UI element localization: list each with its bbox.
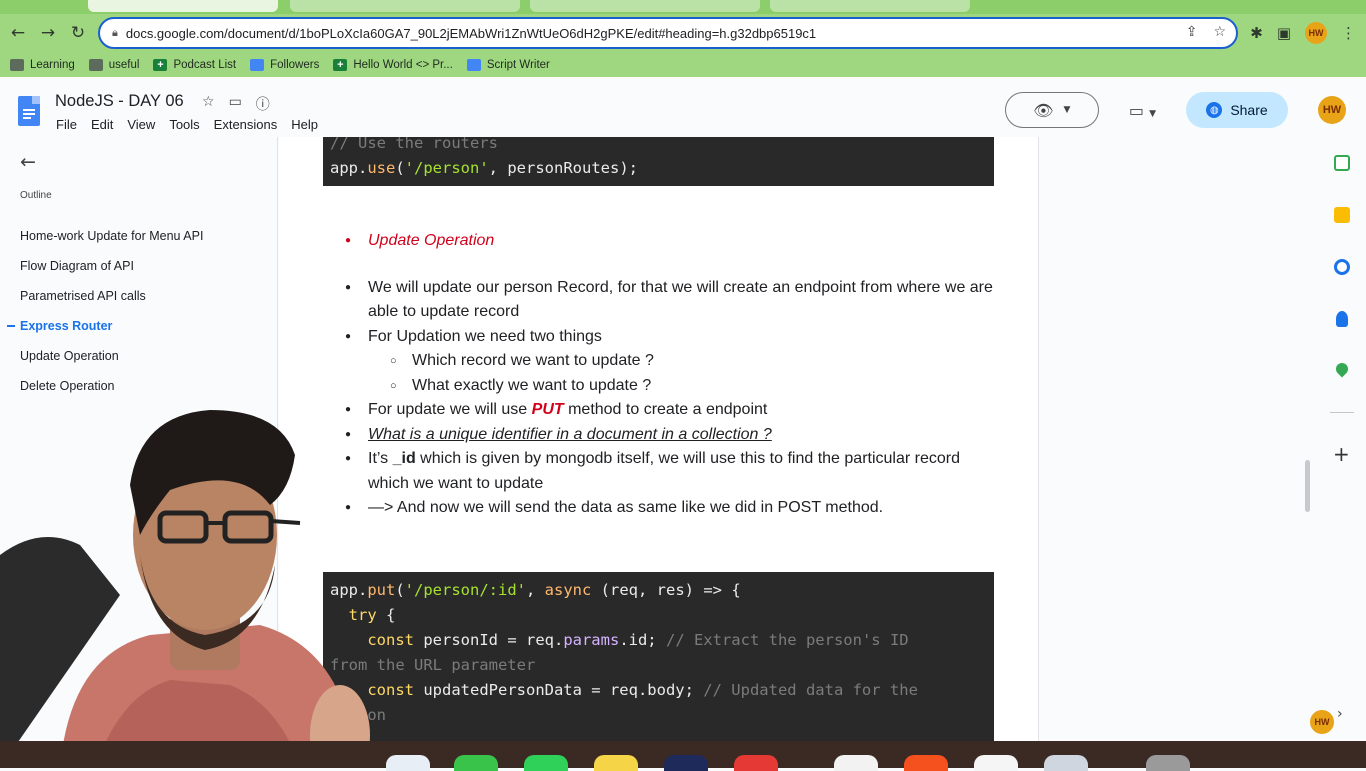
browser-tab[interactable] — [290, 0, 520, 12]
bookmark-script-writer[interactable]: Script Writer — [466, 58, 550, 71]
app-icon[interactable] — [904, 755, 948, 771]
bookmark-followers[interactable]: Followers — [250, 58, 319, 71]
bookmark-podcast-list[interactable]: + Podcast List — [153, 58, 236, 71]
docs-icon — [466, 58, 481, 71]
eye-icon: 👁︎ — [1033, 100, 1054, 120]
code-block-routers: // Use the routers app.use('/person', pe… — [323, 137, 994, 186]
app-icon[interactable] — [734, 755, 778, 771]
sheets-icon: + — [153, 58, 168, 71]
browser-tab[interactable] — [530, 0, 760, 12]
outline-item[interactable]: Home-work Update for Menu API — [0, 221, 278, 251]
sheets-icon: + — [333, 58, 348, 71]
scrollbar-thumb[interactable] — [1305, 460, 1310, 512]
browser-tab-active[interactable] — [88, 0, 278, 12]
star-icon[interactable]: ☆ — [202, 94, 215, 114]
tab-strip — [0, 0, 1366, 14]
page-margin-area — [1040, 137, 1320, 741]
video-camera-icon: ▭ — [1128, 100, 1144, 120]
calendar-icon[interactable] — [1334, 155, 1350, 171]
chevron-down-icon: ▼ — [1063, 105, 1071, 115]
safari-app-icon[interactable] — [386, 755, 430, 771]
profile-avatar[interactable]: HW — [1305, 22, 1327, 44]
side-panel: + — [1320, 137, 1366, 741]
browser-tab[interactable] — [770, 0, 970, 12]
sub-list-item: What exactly we want to update ? — [345, 374, 995, 399]
app-icon[interactable] — [834, 755, 878, 771]
menu-tools[interactable]: Tools — [169, 117, 199, 132]
sub-list-item: Which record we want to update ? — [345, 349, 995, 374]
view-mode-button[interactable]: 👁︎ ▼ — [1004, 92, 1099, 128]
address-bar[interactable]: 🔒︎ docs.google.com/document/d/1boPLoXcIa… — [98, 17, 1238, 49]
webcam-presenter-image — [0, 410, 370, 768]
account-avatar[interactable]: HW — [1318, 96, 1346, 124]
code-block-put-route: app.put('/person/:id', async (req, res) … — [323, 572, 994, 741]
menu-help[interactable]: Help — [291, 117, 318, 132]
side-panel-icon[interactable]: ▣ — [1277, 24, 1291, 42]
outline-item[interactable]: Parametrised API calls — [0, 281, 278, 311]
tasks-icon[interactable] — [1334, 259, 1350, 275]
chevron-down-icon: ▼ — [1149, 108, 1156, 119]
app-icon[interactable] — [664, 755, 708, 771]
folder-icon — [88, 58, 103, 71]
outline-item-active[interactable]: Express Router — [0, 311, 278, 341]
forward-icon[interactable]: → — [33, 23, 63, 43]
bookmark-star-icon[interactable]: ☆ — [1213, 24, 1226, 40]
hw-watermark-logo: HW — [1310, 710, 1334, 734]
close-outline-arrow-icon[interactable]: ← — [20, 151, 36, 173]
bookmarks-bar: Learning useful + Podcast List Followers … — [0, 52, 1366, 77]
bookmark-hello-world[interactable]: + Hello World <> Pr... — [333, 58, 453, 71]
os-dock — [0, 741, 1366, 771]
list-item: For update we will use PUT method to cre… — [345, 398, 995, 423]
outline-item[interactable]: Update Operation — [0, 341, 278, 371]
document-status-icon[interactable]: ⓘ — [256, 94, 270, 114]
facetime-app-icon[interactable] — [454, 755, 498, 771]
lock-icon[interactable]: 🔒︎ — [112, 26, 118, 40]
document-title[interactable]: NodeJS - DAY 06 — [55, 92, 184, 111]
share-button[interactable]: ◍ Share — [1186, 92, 1288, 128]
extensions-icon[interactable]: ✱ — [1250, 24, 1263, 42]
side-panel-divider — [1330, 412, 1354, 413]
bookmark-useful[interactable]: useful — [88, 58, 139, 71]
docs-icon — [250, 58, 265, 71]
menu-edit[interactable]: Edit — [91, 117, 113, 132]
list-item: It’s _id which is given by mongodb itsel… — [345, 447, 995, 496]
keep-icon[interactable] — [1334, 207, 1350, 223]
bullet-list: Update Operation We will update our pers… — [345, 229, 995, 521]
list-item: For Updation we need two things — [345, 325, 995, 350]
list-item: What is a unique identifier in a documen… — [345, 423, 995, 448]
bookmark-learning[interactable]: Learning — [10, 58, 75, 71]
app-icon[interactable] — [1044, 755, 1088, 771]
contacts-icon[interactable] — [1336, 311, 1348, 327]
list-item: —> And now we will send the data as same… — [345, 496, 995, 521]
menu-file[interactable]: File — [56, 117, 77, 132]
menu-kebab-icon[interactable]: ⋮ — [1341, 24, 1356, 42]
app-icon[interactable] — [974, 755, 1018, 771]
section-heading: Update Operation — [345, 229, 995, 254]
outline-label: Outline — [20, 190, 52, 201]
back-icon[interactable]: ← — [3, 23, 33, 43]
google-docs-logo-icon[interactable] — [18, 96, 40, 126]
url-text: docs.google.com/document/d/1boPLoXcIa60G… — [125, 25, 817, 41]
maps-icon[interactable] — [1333, 360, 1351, 378]
docs-menubar: File Edit View Tools Extensions Help — [56, 117, 318, 132]
add-addon-plus-icon[interactable]: + — [1333, 442, 1350, 466]
move-folder-icon[interactable]: ▭ — [229, 94, 242, 114]
share-page-icon[interactable]: ⇪ — [1186, 24, 1198, 40]
notes-app-icon[interactable] — [594, 755, 638, 771]
reload-icon[interactable]: ↻ — [63, 23, 93, 43]
meet-button[interactable]: ▭ ▼ — [1129, 101, 1156, 120]
messages-app-icon[interactable] — [524, 755, 568, 771]
globe-icon: ◍ — [1206, 102, 1223, 118]
docs-header: NodeJS - DAY 06 ☆ ▭ ⓘ File Edit View Too… — [0, 80, 1366, 137]
folder-icon — [10, 58, 24, 71]
menu-extensions[interactable]: Extensions — [214, 117, 278, 132]
outline-item[interactable]: Flow Diagram of API — [0, 251, 278, 281]
list-item: We will update our person Record, for th… — [345, 276, 995, 325]
chevron-right-icon[interactable]: › — [1337, 706, 1343, 722]
menu-view[interactable]: View — [127, 117, 155, 132]
trash-icon[interactable] — [1146, 755, 1190, 771]
browser-toolbar: ← → ↻ 🔒︎ docs.google.com/document/d/1boP… — [0, 14, 1366, 52]
